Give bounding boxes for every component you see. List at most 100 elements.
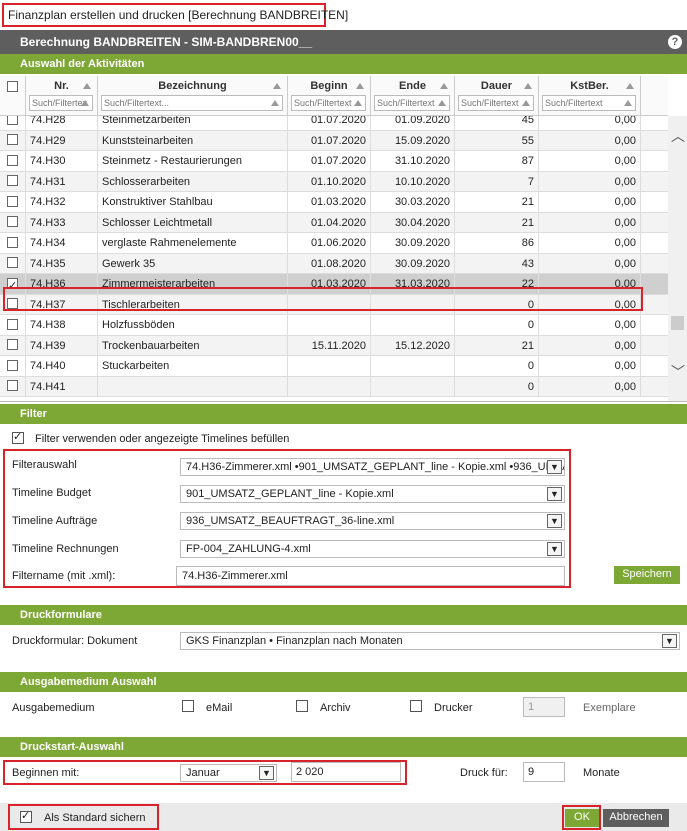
section-output: Ausgabemedium Auswahl [0,672,687,692]
table-row[interactable]: 74.H28 Steinmetzarbeiten 01.07.2020 01.09.2… [0,116,668,131]
table-row[interactable]: 74.H31 Schlosserarbeiten 01.10.2020 10.10.2… [0,171,668,192]
row-checkbox[interactable] [7,359,18,371]
row-checkbox[interactable] [7,134,18,146]
row-checkbox[interactable] [7,276,18,294]
row-checkbox[interactable] [7,116,18,125]
filter-bezeichnung-input[interactable] [101,95,283,111]
cell-nr: 74.H36 [26,274,98,294]
cell-beginn: 01.10.2020 [288,171,371,191]
cell-beginn [288,294,371,314]
row-checkbox[interactable] [7,380,18,392]
table-row[interactable]: 74.H33 Schlosser Leichtmetall 01.04.2020 30… [0,212,668,233]
row-checkbox[interactable] [7,298,18,310]
cell-bez: Trockenbauarbeiten [98,335,288,355]
archiv-checkbox[interactable] [296,700,308,712]
table-row[interactable]: 74.H32 Konstruktiver Stahlbau 01.03.2020 30… [0,192,668,213]
column-ende[interactable]: Ende [371,76,455,116]
cell-dauer: 21 [455,335,539,355]
use-filter-checkbox[interactable] [12,430,24,444]
row-checkbox[interactable] [7,257,18,269]
table-row[interactable]: 74.H39 Trockenbauarbeiten 15.11.2020 15.12.… [0,335,668,356]
row-checkbox[interactable] [7,318,18,330]
email-label: eMail [206,702,233,714]
table-row[interactable]: 74.H30 Steinmetz - Restaurierungen 01.07.2… [0,151,668,172]
cell-kst: 0,00 [539,130,641,150]
cell-beginn: 01.04.2020 [288,212,371,232]
cell-beginn: 01.07.2020 [288,116,371,130]
table-row[interactable]: 74.H34 verglaste Rahmenelemente 01.06.2020… [0,233,668,254]
start-year-input[interactable]: 2 020 [291,762,401,782]
filterauswahl-label: Filterauswahl [12,459,77,471]
table-row[interactable]: 74.H35 Gewerk 35 01.08.2020 30.09.2020 43 0,0… [0,253,668,274]
row-checkbox[interactable] [7,216,18,228]
table-header: Nr. Bezeichnung Beginn Ende Dauer KstBer… [0,76,668,116]
select-all-checkbox[interactable] [7,81,18,92]
save-default-checkbox[interactable] [20,809,32,823]
chevron-down-icon[interactable]: ▼ [662,634,677,648]
cell-dauer: 21 [455,212,539,232]
use-filter-label: Filter verwenden oder angezeigte Timelin… [35,433,290,445]
copies-input[interactable]: 1 [523,697,565,717]
start-month-select[interactable]: Januar ▼ [180,764,277,782]
cancel-button[interactable]: Abbrechen [603,809,669,827]
timeline-rechnungen-select[interactable]: FP-004_ZAHLUNG-4.xml ▼ [180,540,565,558]
form-select[interactable]: GKS Finanzplan • Finanzplan nach Monaten… [180,632,680,650]
cell-ende [371,376,455,396]
months-input[interactable]: 9 [523,762,565,782]
email-checkbox[interactable] [182,700,194,712]
scroll-down-icon[interactable]: ﹀ [671,365,685,379]
filtername-label: Filtername (mit .xml): [12,570,116,582]
column-nr[interactable]: Nr. [26,76,98,116]
timeline-auftraege-select[interactable]: 936_UMSATZ_BEAUFTRAGT_36-line.xml ▼ [180,512,565,530]
table-row[interactable]: 74.H40 Stuckarbeiten 0 0,00 [0,356,668,377]
chevron-down-icon[interactable]: ▼ [547,460,562,474]
archiv-label: Archiv [320,702,351,714]
scroll-up-icon[interactable]: ︿ [671,129,685,143]
section-filter: Filter [0,404,687,424]
window-title-bar: Finanzplan erstellen und drucken [Berech… [0,0,687,30]
filterauswahl-select[interactable]: 74.H36-Zimmerer.xml •901_UMSATZ_GEPLANT_… [180,458,565,476]
column-kstber[interactable]: KstBer. [539,76,641,116]
chevron-down-icon[interactable]: ▼ [259,766,274,780]
scroll-thumb[interactable] [671,316,684,330]
cell-ende [371,356,455,376]
save-filter-button[interactable]: Speichern [614,566,680,584]
table-row[interactable]: 74.H37 Tischlerarbeiten 0 0,00 [0,294,668,315]
table-scrollbar[interactable]: ︿ ﹀ [668,116,687,401]
cell-bez: Schlosser Leichtmetall [98,212,288,232]
chevron-down-icon[interactable]: ▼ [547,542,562,556]
cell-bez: Schlosserarbeiten [98,171,288,191]
column-bezeichnung[interactable]: Bezeichnung [98,76,288,116]
cell-bez: verglaste Rahmenelemente [98,233,288,253]
table-row[interactable]: 74.H38 Holzfussböden 0 0,00 [0,315,668,336]
cell-nr: 74.H31 [26,171,98,191]
column-beginn[interactable]: Beginn [288,76,371,116]
row-checkbox[interactable] [7,339,18,351]
cell-nr: 74.H38 [26,315,98,335]
row-checkbox[interactable] [7,236,18,248]
cell-dauer: 45 [455,116,539,130]
table-row[interactable]: 74.H36Zimmermeisterarbeiten01.03.202031.… [0,274,668,295]
drucker-checkbox[interactable] [410,700,422,712]
chevron-down-icon[interactable]: ▼ [547,487,562,501]
table-row[interactable]: 74.H41 0 0,00 [0,376,668,397]
table-row[interactable]: 74.H29 Kunststeinarbeiten 01.07.2020 15.09.… [0,130,668,151]
row-checkbox[interactable] [7,154,18,166]
timeline-budget-select[interactable]: 901_UMSATZ_GEPLANT_line - Kopie.xml ▼ [180,485,565,503]
cell-beginn: 15.11.2020 [288,335,371,355]
filter-kstber-input[interactable] [542,95,636,111]
help-icon[interactable]: ? [668,35,682,49]
column-dauer[interactable]: Dauer [455,76,539,116]
cell-ende: 10.10.2020 [371,171,455,191]
row-checkbox[interactable] [7,175,18,187]
chevron-down-icon[interactable]: ▼ [547,514,562,528]
cell-nr: 74.H37 [26,294,98,314]
cell-kst: 0,00 [539,171,641,191]
cell-nr: 74.H34 [26,233,98,253]
ok-button[interactable]: OK [565,809,599,827]
cell-beginn: 01.06.2020 [288,233,371,253]
cell-ende: 15.12.2020 [371,335,455,355]
filtername-input[interactable]: 74.H36-Zimmerer.xml [176,566,565,586]
row-checkbox[interactable] [7,195,18,207]
cell-nr: 74.H41 [26,376,98,396]
